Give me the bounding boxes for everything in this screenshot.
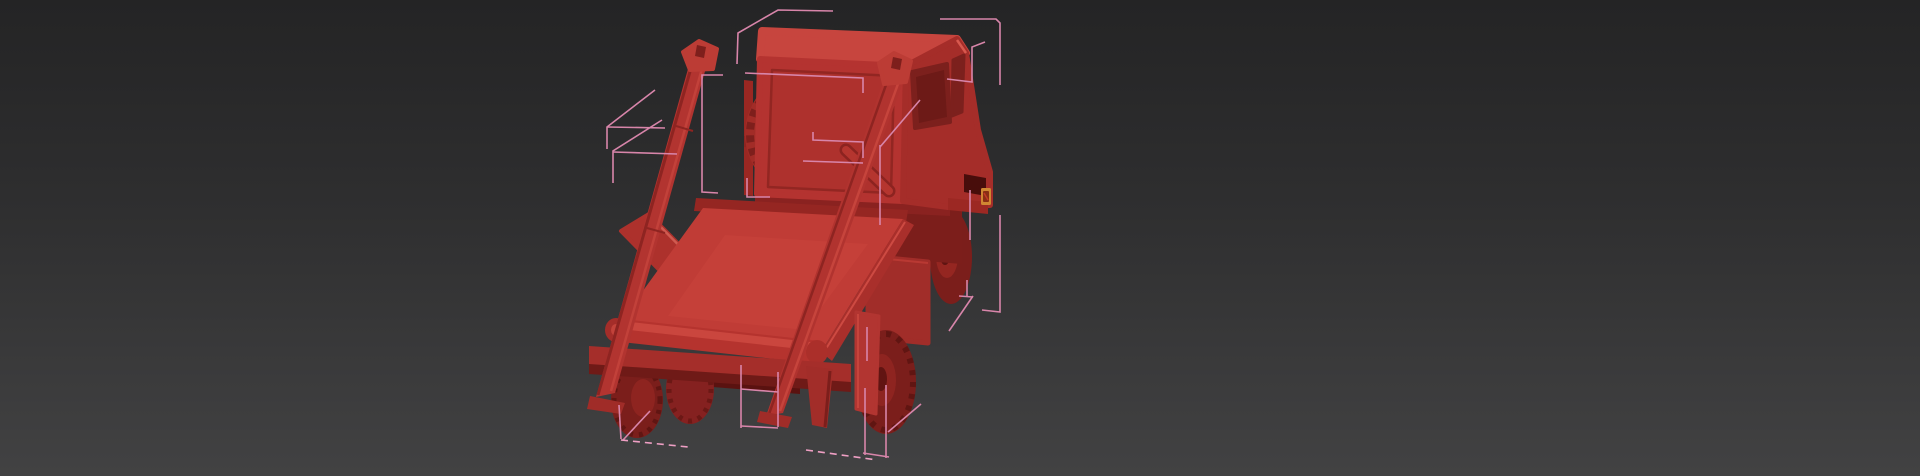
right-arm-hook-notch	[891, 57, 902, 70]
bed-roller-cap-right	[806, 340, 828, 364]
3d-viewport[interactable]	[0, 0, 1920, 476]
front-left-wheel-hub	[631, 379, 655, 417]
left-arm-clevis-notch	[695, 45, 706, 58]
bracket-rear-wheel-h	[958, 295, 974, 298]
bracket-arm-left-upper-edge	[606, 126, 666, 129]
cab-window-rear-glass	[916, 70, 947, 123]
viewport-canvas[interactable]	[0, 0, 1920, 476]
cab-window-front	[950, 53, 966, 118]
